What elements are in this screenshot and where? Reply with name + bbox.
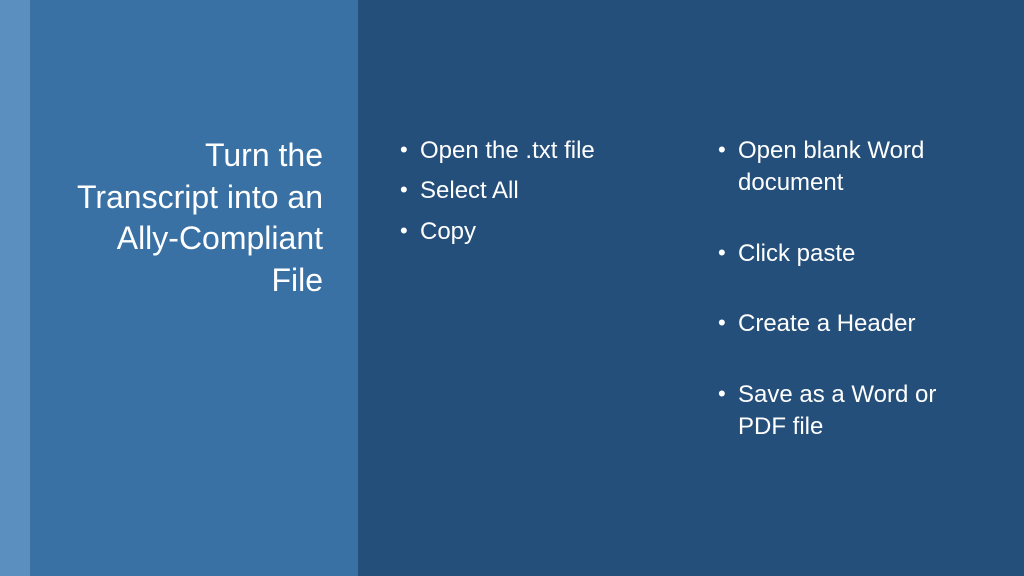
list-item: Select All — [398, 175, 656, 207]
list-item: Copy — [398, 216, 656, 248]
slide-title: Turn the Transcript into an Ally-Complia… — [70, 135, 323, 301]
list-item: Create a Header — [716, 308, 974, 340]
list-item: Open the .txt file — [398, 135, 656, 167]
title-panel: Turn the Transcript into an Ally-Complia… — [30, 0, 358, 576]
right-list: Open blank Word document Click paste Cre… — [716, 135, 974, 443]
left-list: Open the .txt file Select All Copy — [398, 135, 656, 248]
left-column: Open the .txt file Select All Copy — [398, 135, 656, 576]
right-column: Open blank Word document Click paste Cre… — [716, 135, 974, 576]
list-item: Open blank Word document — [716, 135, 974, 200]
accent-strip — [0, 0, 30, 576]
list-item: Click paste — [716, 238, 974, 270]
list-item: Save as a Word or PDF file — [716, 379, 974, 444]
content-panel: Open the .txt file Select All Copy Open … — [358, 0, 1024, 576]
